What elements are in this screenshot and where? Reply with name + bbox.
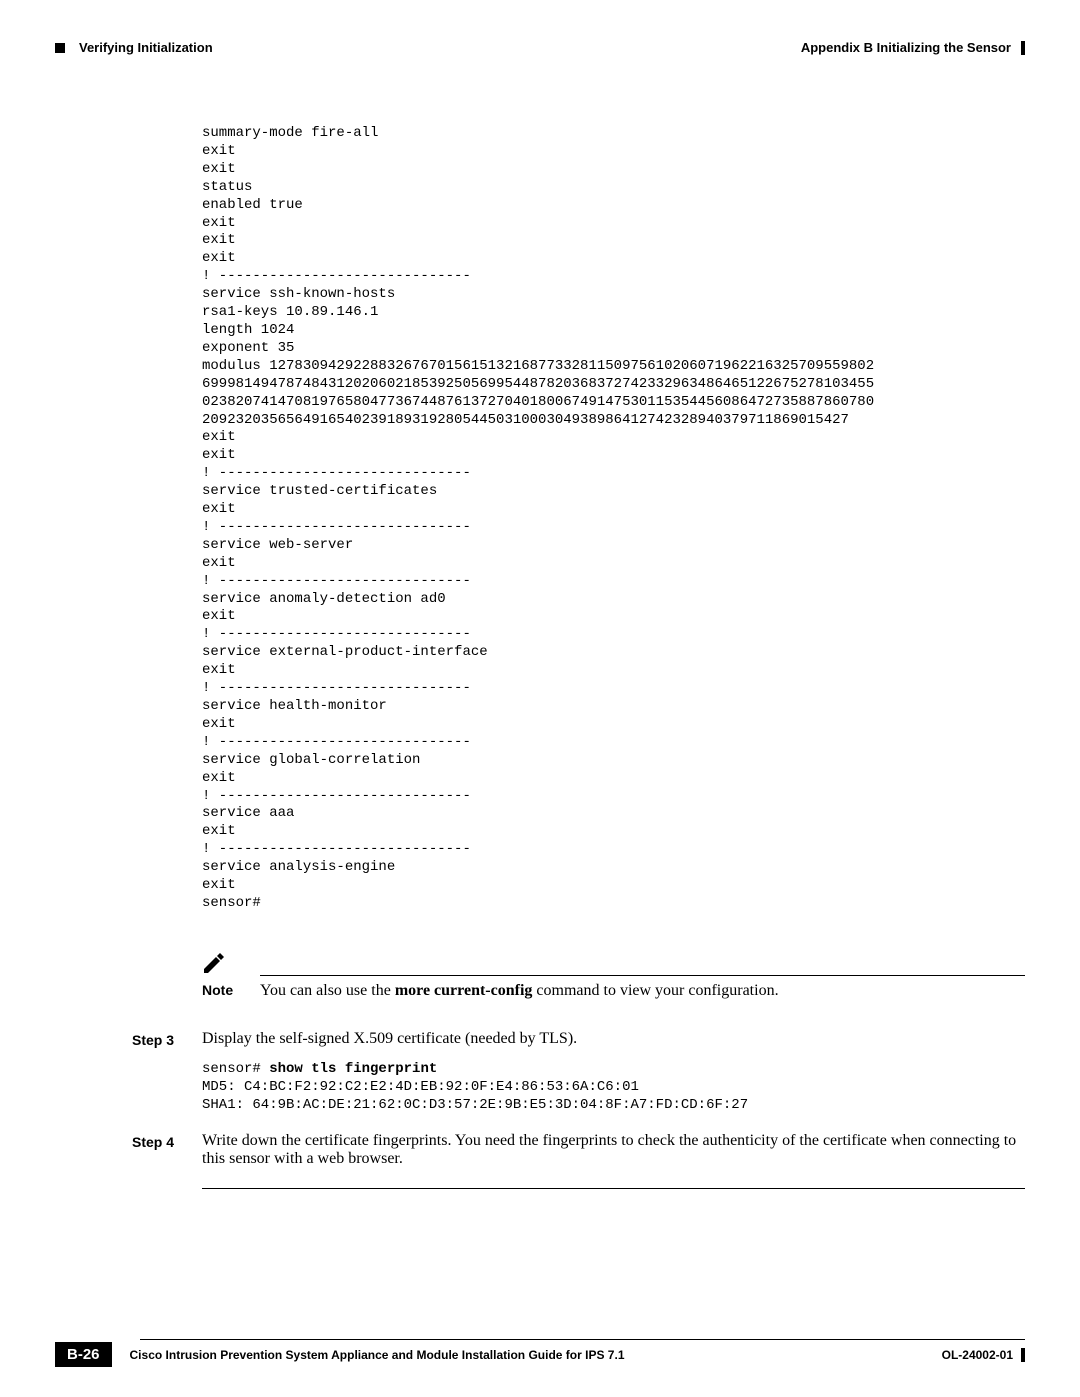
step-4-text: Write down the certificate fingerprints.… <box>202 1132 1025 1168</box>
step-4-label: Step 4 <box>132 1132 202 1168</box>
note-block: Note You can also use the more current-c… <box>202 951 1025 1000</box>
step-3-body: Display the self-signed X.509 certificat… <box>202 1030 1025 1115</box>
header-left: Verifying Initialization <box>55 40 213 55</box>
footer-docid: OL-24002-01 <box>942 1348 1013 1362</box>
step-4: Step 4 Write down the certificate finger… <box>55 1132 1025 1168</box>
step-3-code: sensor# show tls fingerprint MD5: C4:BC:… <box>202 1060 1025 1115</box>
footer-title: Cisco Intrusion Prevention System Applia… <box>126 1348 942 1362</box>
step-3-label: Step 3 <box>132 1030 202 1115</box>
config-code-block: summary-mode fire-all exit exit status e… <box>202 125 1025 913</box>
note-text-row: Note You can also use the more current-c… <box>202 982 1025 1000</box>
step-3-text: Display the self-signed X.509 certificat… <box>202 1030 1025 1048</box>
page-number: B-26 <box>55 1342 112 1367</box>
note-text-before: You can also use the <box>260 982 395 999</box>
footer-bar-icon <box>1021 1348 1025 1362</box>
note-body: You can also use the more current-config… <box>260 982 779 1000</box>
page-footer: B-26 Cisco Intrusion Prevention System A… <box>55 1339 1025 1367</box>
end-rule <box>202 1188 1025 1189</box>
footer-rule <box>140 1339 1025 1340</box>
note-bold-command: more current-config <box>395 982 533 999</box>
step-3-prompt: sensor# <box>202 1061 269 1077</box>
note-text-after: command to view your configuration. <box>532 982 778 999</box>
note-rule <box>260 975 1025 976</box>
step-3-command: show tls fingerprint <box>269 1061 437 1077</box>
page-header: Verifying Initialization Appendix B Init… <box>55 40 1025 55</box>
square-bullet-icon <box>55 43 65 53</box>
header-bar-icon <box>1021 41 1025 55</box>
pencil-icon <box>202 951 1025 973</box>
section-title: Verifying Initialization <box>79 40 213 55</box>
step-3-output: MD5: C4:BC:F2:92:C2:E2:4D:EB:92:0F:E4:86… <box>202 1079 748 1113</box>
note-label: Note <box>202 982 260 1000</box>
step-3: Step 3 Display the self-signed X.509 cer… <box>55 1030 1025 1115</box>
header-right: Appendix B Initializing the Sensor <box>801 40 1025 55</box>
appendix-title: Appendix B Initializing the Sensor <box>801 40 1011 55</box>
step-4-body: Write down the certificate fingerprints.… <box>202 1132 1025 1168</box>
